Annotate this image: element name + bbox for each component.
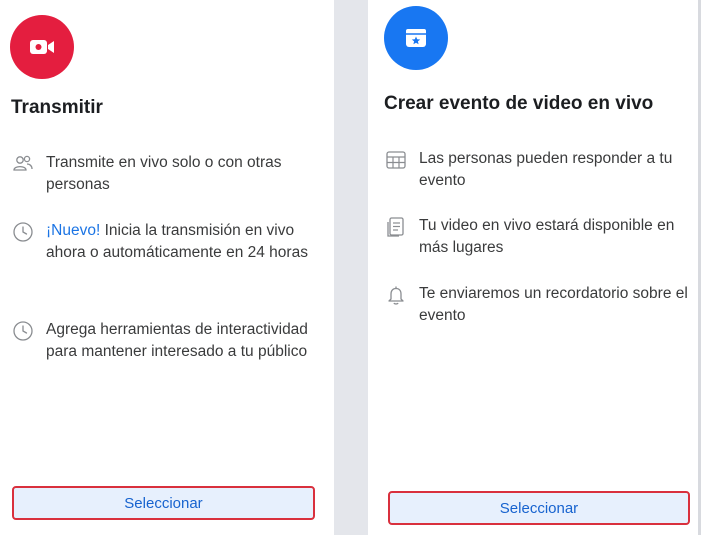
- feature-item: ¡Nuevo! Inicia la transmisión en vivo ah…: [12, 220, 312, 264]
- calendar-star-icon: [406, 29, 426, 47]
- feature-text: Te enviaremos un recordatorio sobre el e…: [419, 285, 688, 324]
- document-icon: [387, 217, 404, 237]
- feature-item: Tu video en vivo estará disponible en má…: [385, 215, 690, 259]
- bell-icon: [388, 286, 404, 305]
- clock-icon: [13, 321, 33, 341]
- people-icon: [13, 155, 33, 171]
- card-divider: [334, 0, 368, 535]
- live-event-card: Crear evento de video en vivo Las person…: [368, 0, 701, 535]
- select-event-button[interactable]: Seleccionar: [388, 491, 690, 525]
- feature-item: Transmite en vivo solo o con otras perso…: [12, 152, 312, 196]
- card-title: Transmitir: [11, 97, 103, 118]
- event-icon-circle: [384, 6, 448, 70]
- video-camera-icon: [30, 40, 54, 54]
- feature-text: Agrega herramientas de interactividad pa…: [46, 321, 308, 360]
- feature-text: ¡Nuevo! Inicia la transmisión en vivo ah…: [46, 222, 308, 261]
- calendar-grid-icon: [386, 151, 406, 169]
- card-title: Crear evento de video en vivo: [384, 93, 654, 114]
- feature-text: Las personas pueden responder a tu event…: [419, 150, 673, 189]
- feature-text: Tu video en vivo estará disponible en má…: [419, 217, 675, 256]
- broadcast-icon-circle: [10, 15, 74, 79]
- feature-item: Te enviaremos un recordatorio sobre el e…: [385, 283, 690, 327]
- new-badge: ¡Nuevo!: [46, 222, 101, 239]
- feature-item: Agrega herramientas de interactividad pa…: [12, 319, 312, 363]
- clock-icon: [13, 222, 33, 242]
- feature-item: Las personas pueden responder a tu event…: [385, 148, 690, 192]
- feature-text: Transmite en vivo solo o con otras perso…: [46, 154, 282, 193]
- broadcast-card: Transmitir Transmite en vivo solo o con …: [0, 0, 334, 535]
- select-broadcast-button[interactable]: Seleccionar: [12, 486, 315, 520]
